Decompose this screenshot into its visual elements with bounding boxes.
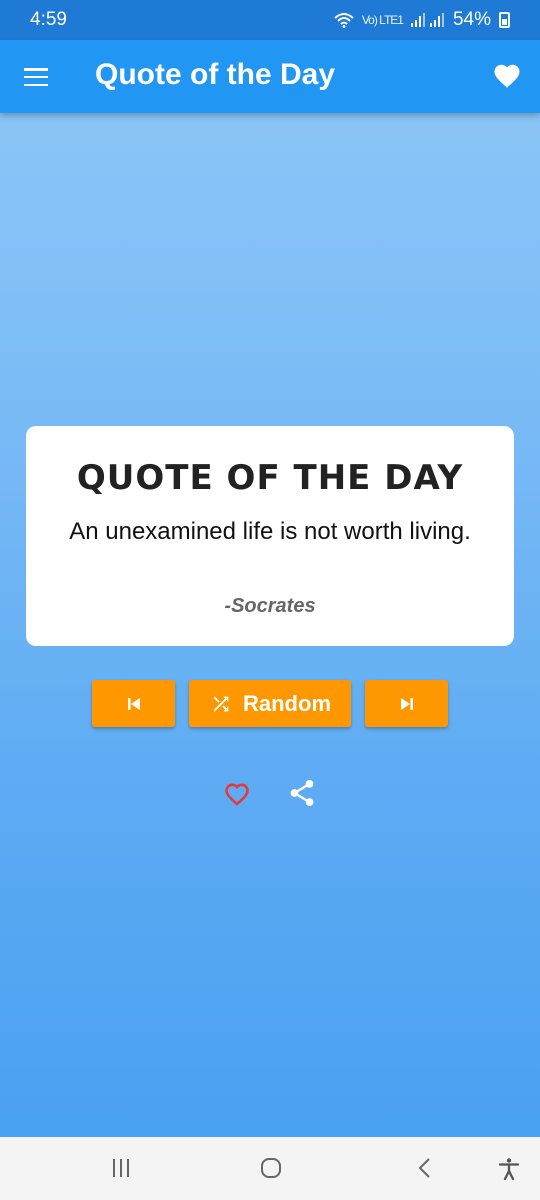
- recent-apps-icon[interactable]: [111, 1157, 131, 1179]
- network-label: Vo) LTE1: [361, 13, 404, 27]
- quote-text: An unexamined life is not worth living.: [69, 518, 471, 545]
- quote-card: QUOTE OF THE DAY An unexamined life is n…: [26, 426, 514, 646]
- share-icon[interactable]: [289, 779, 315, 807]
- favorites-heart-icon[interactable]: [492, 61, 522, 91]
- previous-quote-button[interactable]: [92, 680, 175, 727]
- wifi-icon: [334, 13, 354, 28]
- status-time: 4:59: [30, 9, 67, 30]
- app-bar: Quote of the Day: [0, 40, 540, 113]
- signal-icon: [410, 13, 444, 27]
- accessibility-icon[interactable]: [497, 1157, 521, 1181]
- hamburger-menu-icon[interactable]: [24, 68, 48, 86]
- random-button-label: Random: [243, 690, 331, 716]
- shuffle-icon: [213, 696, 229, 711]
- system-navigation-bar: [0, 1137, 540, 1200]
- app-title: Quote of the Day: [95, 58, 336, 91]
- battery-percent: 54%: [452, 9, 491, 30]
- quote-author: -Socrates: [224, 595, 316, 617]
- home-icon[interactable]: [260, 1157, 282, 1179]
- like-heart-icon[interactable]: [223, 780, 251, 806]
- battery-icon: [499, 12, 510, 28]
- skip-previous-icon: [127, 697, 140, 710]
- skip-next-icon: [400, 697, 413, 710]
- next-quote-button[interactable]: [365, 680, 448, 727]
- back-icon[interactable]: [415, 1157, 433, 1179]
- status-indicators: Vo) LTE1 54%: [334, 9, 510, 31]
- random-quote-button[interactable]: Random: [189, 680, 351, 727]
- status-bar: 4:59 Vo) LTE1 54%: [0, 0, 540, 40]
- card-heading: QUOTE OF THE DAY: [76, 458, 464, 498]
